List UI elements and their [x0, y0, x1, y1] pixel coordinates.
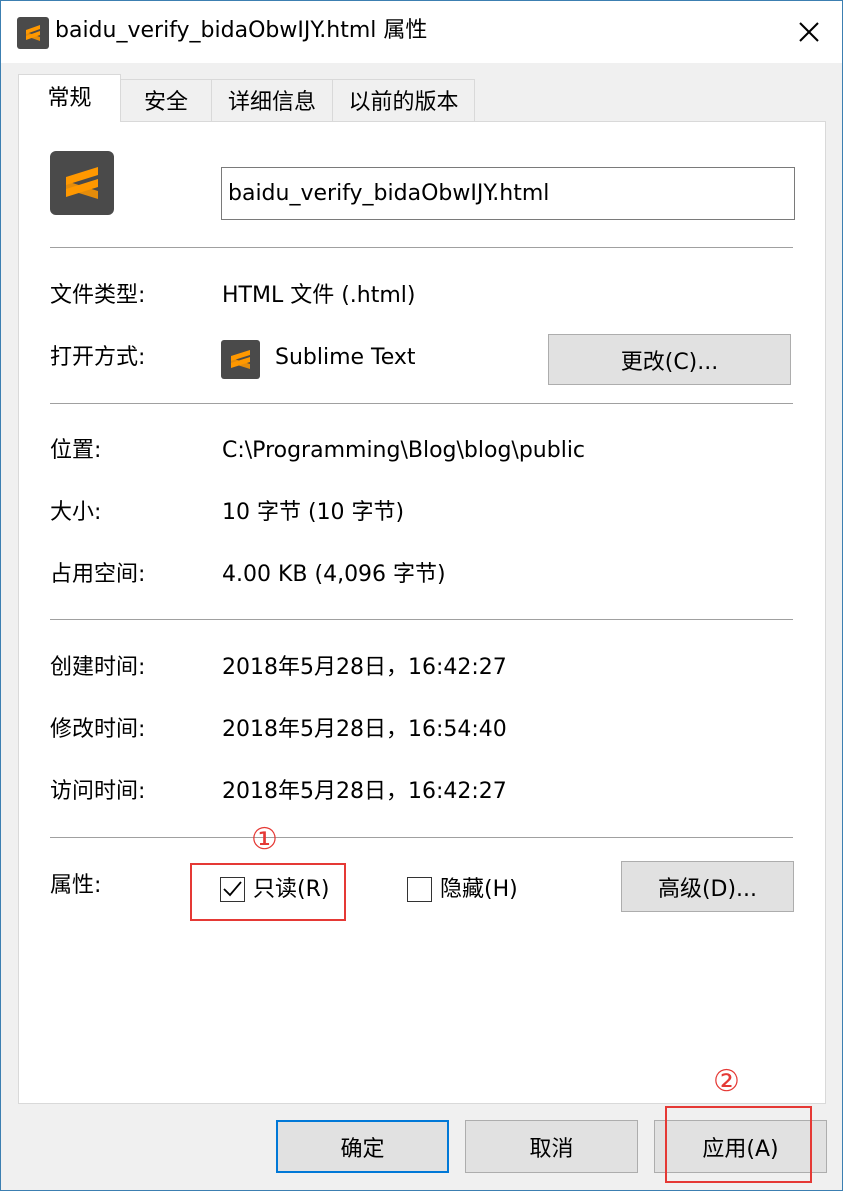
filename-input[interactable] [221, 167, 795, 220]
ok-button[interactable]: 确定 [276, 1120, 449, 1173]
sublime-text-icon [50, 151, 114, 215]
accessed-label: 访问时间: [50, 779, 146, 804]
separator [50, 403, 793, 404]
properties-dialog: baidu_verify_bidaObwIJY.html 属性 常规 安全 详细… [0, 0, 843, 1191]
close-button[interactable] [781, 5, 837, 59]
attributes-label: 属性: [50, 873, 102, 898]
modified-label: 修改时间: [50, 717, 146, 742]
title-bar: baidu_verify_bidaObwIJY.html 属性 [1, 1, 842, 63]
hidden-checkbox[interactable] [407, 877, 432, 902]
created-value: 2018年5月28日，16:42:27 [222, 655, 507, 680]
open-with-label: 打开方式: [50, 345, 146, 370]
size-on-disk-label: 占用空间: [50, 562, 146, 587]
annotation-box-apply [665, 1106, 812, 1183]
location-label: 位置: [50, 438, 102, 463]
created-label: 创建时间: [50, 655, 146, 680]
window-title: baidu_verify_bidaObwIJY.html 属性 [55, 18, 428, 43]
general-tab-panel [18, 121, 826, 1104]
annotation-box-readonly [190, 863, 346, 921]
cancel-button[interactable]: 取消 [465, 1120, 638, 1173]
hidden-label[interactable]: 隐藏(H) [440, 875, 518, 905]
separator [50, 619, 793, 620]
advanced-button[interactable]: 高级(D)... [621, 861, 794, 912]
tab-details[interactable]: 详细信息 [211, 79, 333, 121]
size-label: 大小: [50, 500, 102, 525]
tab-security[interactable]: 安全 [120, 79, 212, 121]
sublime-text-icon [221, 340, 260, 379]
sublime-text-icon [17, 17, 49, 49]
separator [50, 837, 793, 838]
accessed-value: 2018年5月28日，16:42:27 [222, 779, 507, 804]
annotation-marker-2: ② [713, 1064, 740, 1099]
modified-value: 2018年5月28日，16:54:40 [222, 717, 507, 742]
file-type-label: 文件类型: [50, 283, 146, 308]
location-value: C:\Programming\Blog\blog\public [222, 438, 586, 463]
annotation-marker-1: ① [251, 822, 278, 857]
open-with-value: Sublime Text [275, 345, 416, 370]
tab-general[interactable]: 常规 [18, 74, 121, 122]
close-icon [799, 22, 819, 42]
size-on-disk-value: 4.00 KB (4,096 字节) [222, 562, 446, 587]
size-value: 10 字节 (10 字节) [222, 500, 405, 525]
separator [50, 247, 793, 248]
tab-previous-versions[interactable]: 以前的版本 [332, 79, 475, 121]
change-button[interactable]: 更改(C)... [548, 334, 791, 385]
file-type-value: HTML 文件 (.html) [222, 283, 416, 308]
